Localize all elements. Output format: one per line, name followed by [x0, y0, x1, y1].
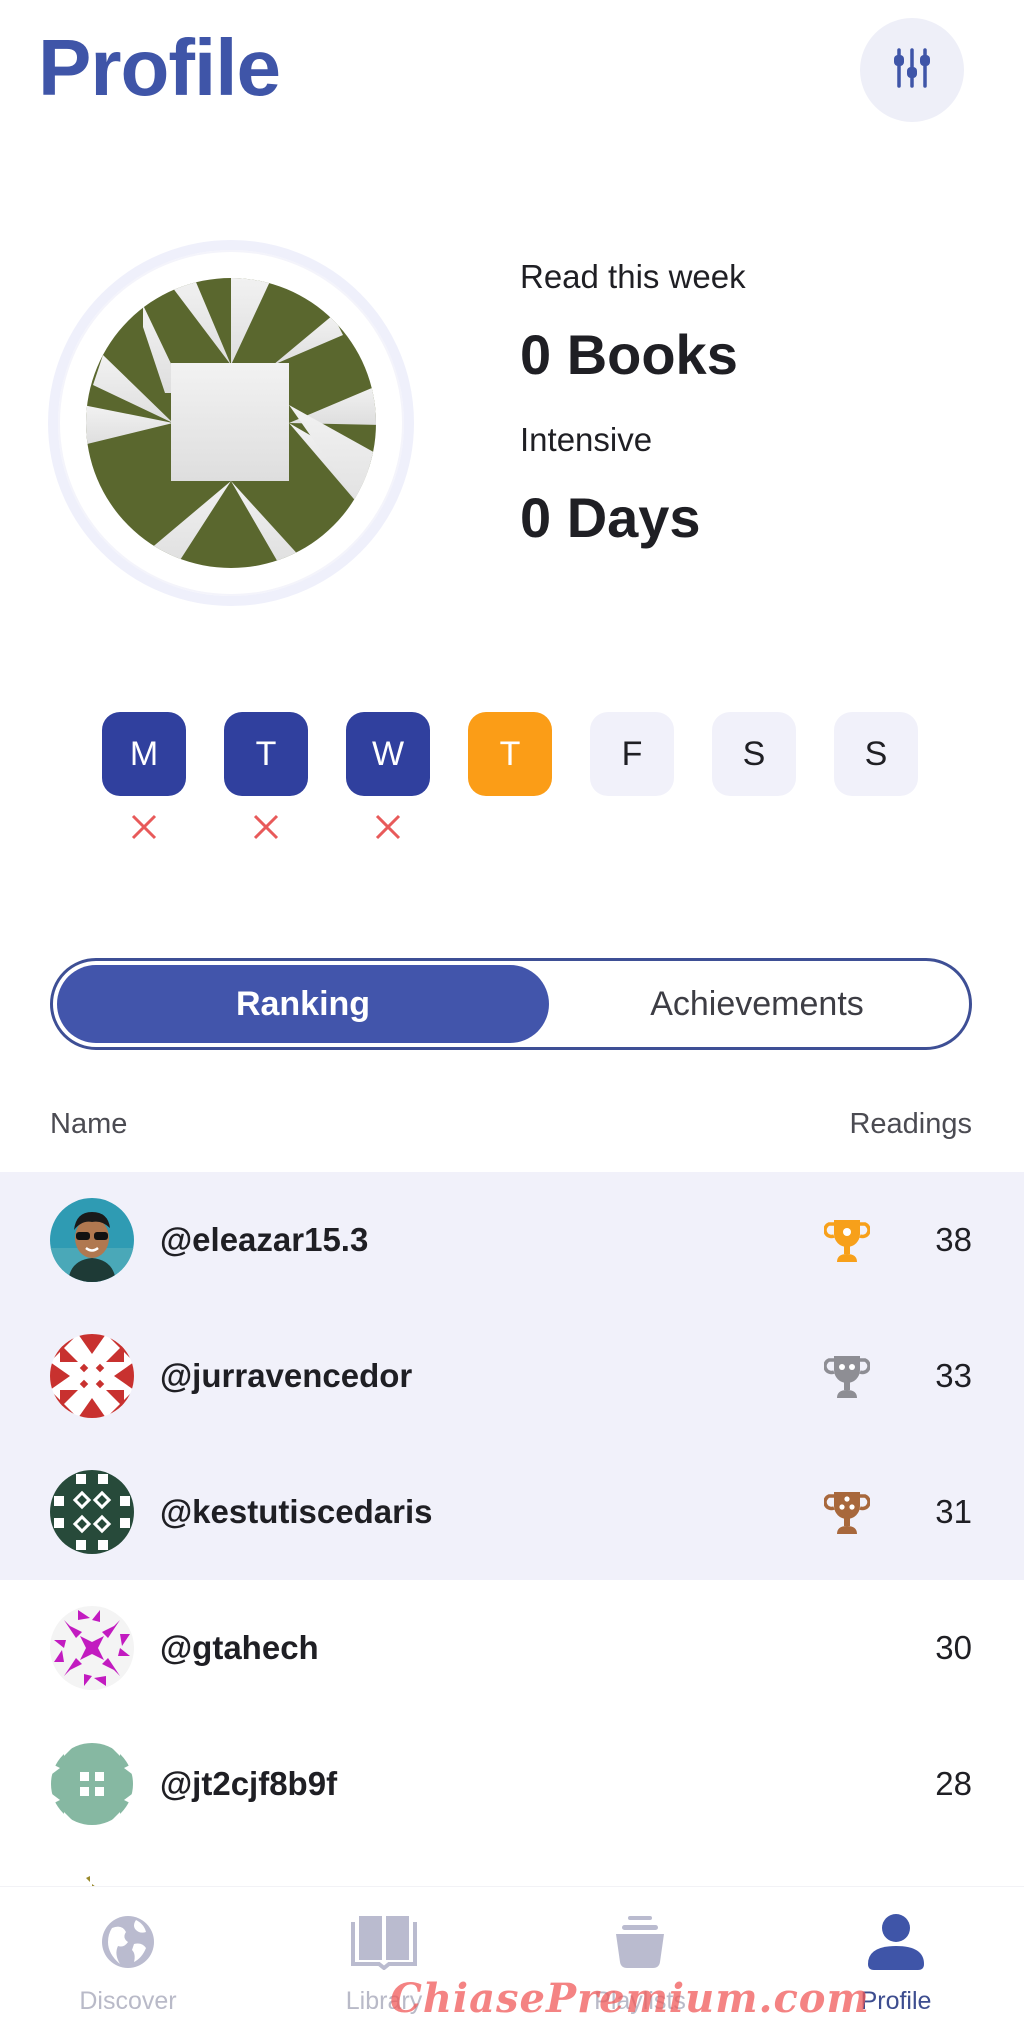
tab-ranking[interactable]: Ranking — [57, 965, 549, 1043]
readings-count: 28 — [935, 1765, 972, 1802]
ranking-table-header: Name Readings — [50, 1108, 972, 1141]
user-avatar — [50, 1470, 134, 1554]
intensive-value: 0 Days — [520, 486, 701, 549]
read-this-week-value: 0 Books — [520, 323, 738, 386]
day-box: S — [834, 712, 918, 796]
user-avatar — [50, 1606, 134, 1690]
username: @jurravencedor — [160, 1357, 413, 1394]
user-avatar — [50, 1742, 134, 1826]
week-tracker: M T W T F S S — [102, 712, 918, 854]
ranking-row[interactable]: @kestutiscedaris 31 — [0, 1444, 1024, 1580]
page-title: Profile — [38, 23, 281, 112]
day-box: W — [346, 712, 430, 796]
username: @eleazar15.3 — [160, 1221, 369, 1258]
day-sunday: S — [834, 712, 918, 854]
nav-label: Profile — [860, 1987, 932, 2015]
nav-label: Library — [345, 1987, 423, 2015]
user-avatar — [50, 1334, 134, 1418]
bronze-trophy-icon — [822, 1487, 872, 1537]
readings-count: 31 — [935, 1493, 972, 1530]
username: @kestutiscedaris — [160, 1493, 433, 1530]
filter-settings-button[interactable] — [860, 18, 964, 122]
readings-count: 33 — [935, 1357, 972, 1394]
ranking-row[interactable]: @jt2cjf8b9f 28 — [0, 1716, 1024, 1852]
nav-discover[interactable]: Discover — [0, 1887, 256, 2029]
nav-label: Playlists — [594, 1987, 686, 2015]
day-box: M — [102, 712, 186, 796]
identicon-avatar — [86, 278, 376, 568]
person-icon — [863, 1909, 929, 1975]
day-friday: F — [590, 712, 674, 854]
ranking-row[interactable]: @jurravencedor 33 — [0, 1308, 1024, 1444]
book-icon — [351, 1909, 417, 1975]
column-name: Name — [50, 1108, 128, 1140]
nav-playlists[interactable]: Playlists — [512, 1887, 768, 2029]
day-saturday: S — [712, 712, 796, 854]
gold-trophy-icon — [822, 1215, 872, 1265]
stack-icon — [607, 1909, 673, 1975]
readings-count: 38 — [935, 1221, 972, 1258]
column-readings: Readings — [849, 1108, 972, 1140]
readings-count: 30 — [935, 1629, 972, 1666]
day-box: S — [712, 712, 796, 796]
nav-profile[interactable]: Profile — [768, 1887, 1024, 2029]
bottom-navigation: Discover Library Playlists Profile — [0, 1886, 1024, 2029]
day-box-today: T — [468, 712, 552, 796]
day-thursday: T — [468, 712, 552, 854]
profile-avatar[interactable] — [48, 240, 414, 606]
day-box: F — [590, 712, 674, 796]
missed-x-icon — [373, 812, 403, 847]
ranking-list: @eleazar15.3 38 @jurravencedor 33 @kestu… — [0, 1172, 1024, 1852]
missed-x-icon — [251, 812, 281, 847]
intensive-label: Intensive — [520, 421, 653, 458]
day-monday: M — [102, 712, 186, 854]
ranking-achievements-toggle: Ranking Achievements — [50, 958, 972, 1050]
nav-library[interactable]: Library — [256, 1887, 512, 2029]
missed-x-icon — [129, 812, 159, 847]
nav-label: Discover — [79, 1987, 177, 2015]
username: @gtahech — [160, 1629, 319, 1666]
sliders-icon — [890, 46, 934, 95]
ranking-row[interactable]: @eleazar15.3 38 — [0, 1172, 1024, 1308]
reading-stats: Read this week 0 Books Intensive 0 Days — [520, 258, 746, 584]
ranking-row[interactable]: @gtahech 30 — [0, 1580, 1024, 1716]
day-wednesday: W — [346, 712, 430, 854]
username: @jt2cjf8b9f — [160, 1765, 338, 1802]
globe-icon — [95, 1909, 161, 1975]
silver-trophy-icon — [822, 1351, 872, 1401]
day-box: T — [224, 712, 308, 796]
read-this-week-label: Read this week — [520, 258, 746, 295]
day-tuesday: T — [224, 712, 308, 854]
tab-achievements[interactable]: Achievements — [549, 965, 965, 1043]
user-avatar — [50, 1198, 134, 1282]
